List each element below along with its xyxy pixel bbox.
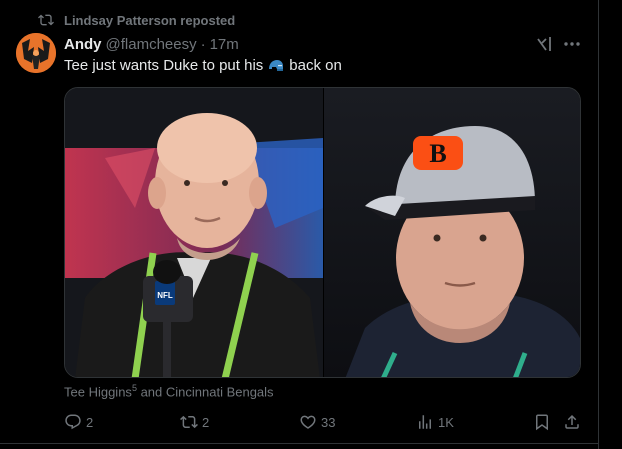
retweet-button[interactable]: 2 xyxy=(180,412,209,432)
media-caption[interactable]: Tee Higgins5 and Cincinnati Bengals xyxy=(64,383,274,399)
views-count: 1K xyxy=(438,414,454,430)
more-icon[interactable] xyxy=(562,34,582,54)
nfl-logo-text: NFL xyxy=(157,291,173,300)
views-icon xyxy=(419,415,431,429)
tweet-text: Tee just wants Duke to put his back on xyxy=(64,56,342,76)
tweet-media[interactable]: NFL B xyxy=(64,87,581,378)
repost-icon xyxy=(38,14,54,26)
grok-icon[interactable] xyxy=(535,34,555,54)
retweet-count: 2 xyxy=(202,414,210,430)
helmet-emoji xyxy=(269,60,284,71)
bookmark-icon xyxy=(536,414,548,431)
left-photo: NFL xyxy=(65,88,323,377)
share-icon xyxy=(565,414,579,429)
like-count: 33 xyxy=(321,414,336,430)
like-button[interactable]: 33 xyxy=(299,412,335,432)
share-button[interactable] xyxy=(563,412,585,432)
caption-name: Tee Higgins xyxy=(64,384,132,400)
action-bar: 2 2 33 1K xyxy=(64,412,581,432)
reply-icon xyxy=(65,414,81,430)
reply-button[interactable]: 2 xyxy=(64,412,93,432)
tweet-text-before: Tee just wants Duke to put his xyxy=(64,57,264,74)
right-photo: B xyxy=(324,88,580,377)
tweet-header: Andy @flamcheesy · 17m xyxy=(64,34,239,54)
repost-context[interactable]: Lindsay Patterson reposted xyxy=(38,11,235,29)
views-button[interactable]: 1K xyxy=(416,412,454,432)
bengals-logo-text: B xyxy=(429,139,446,168)
repost-label: Lindsay Patterson reposted xyxy=(64,12,236,28)
author-name[interactable]: Andy xyxy=(64,36,102,53)
caption-rest: and Cincinnati Bengals xyxy=(136,384,274,400)
separator: · xyxy=(200,35,206,53)
like-icon xyxy=(300,415,316,429)
reply-count: 2 xyxy=(86,414,94,430)
timestamp[interactable]: 17m xyxy=(210,36,239,53)
tweet-text-after: back on xyxy=(289,57,342,74)
author-handle[interactable]: @flamcheesy xyxy=(106,36,197,53)
retweet-icon xyxy=(180,415,198,429)
bookmark-button[interactable] xyxy=(533,412,555,432)
tweet-divider xyxy=(0,443,599,444)
column-divider xyxy=(598,0,599,449)
avatar[interactable] xyxy=(16,33,56,73)
